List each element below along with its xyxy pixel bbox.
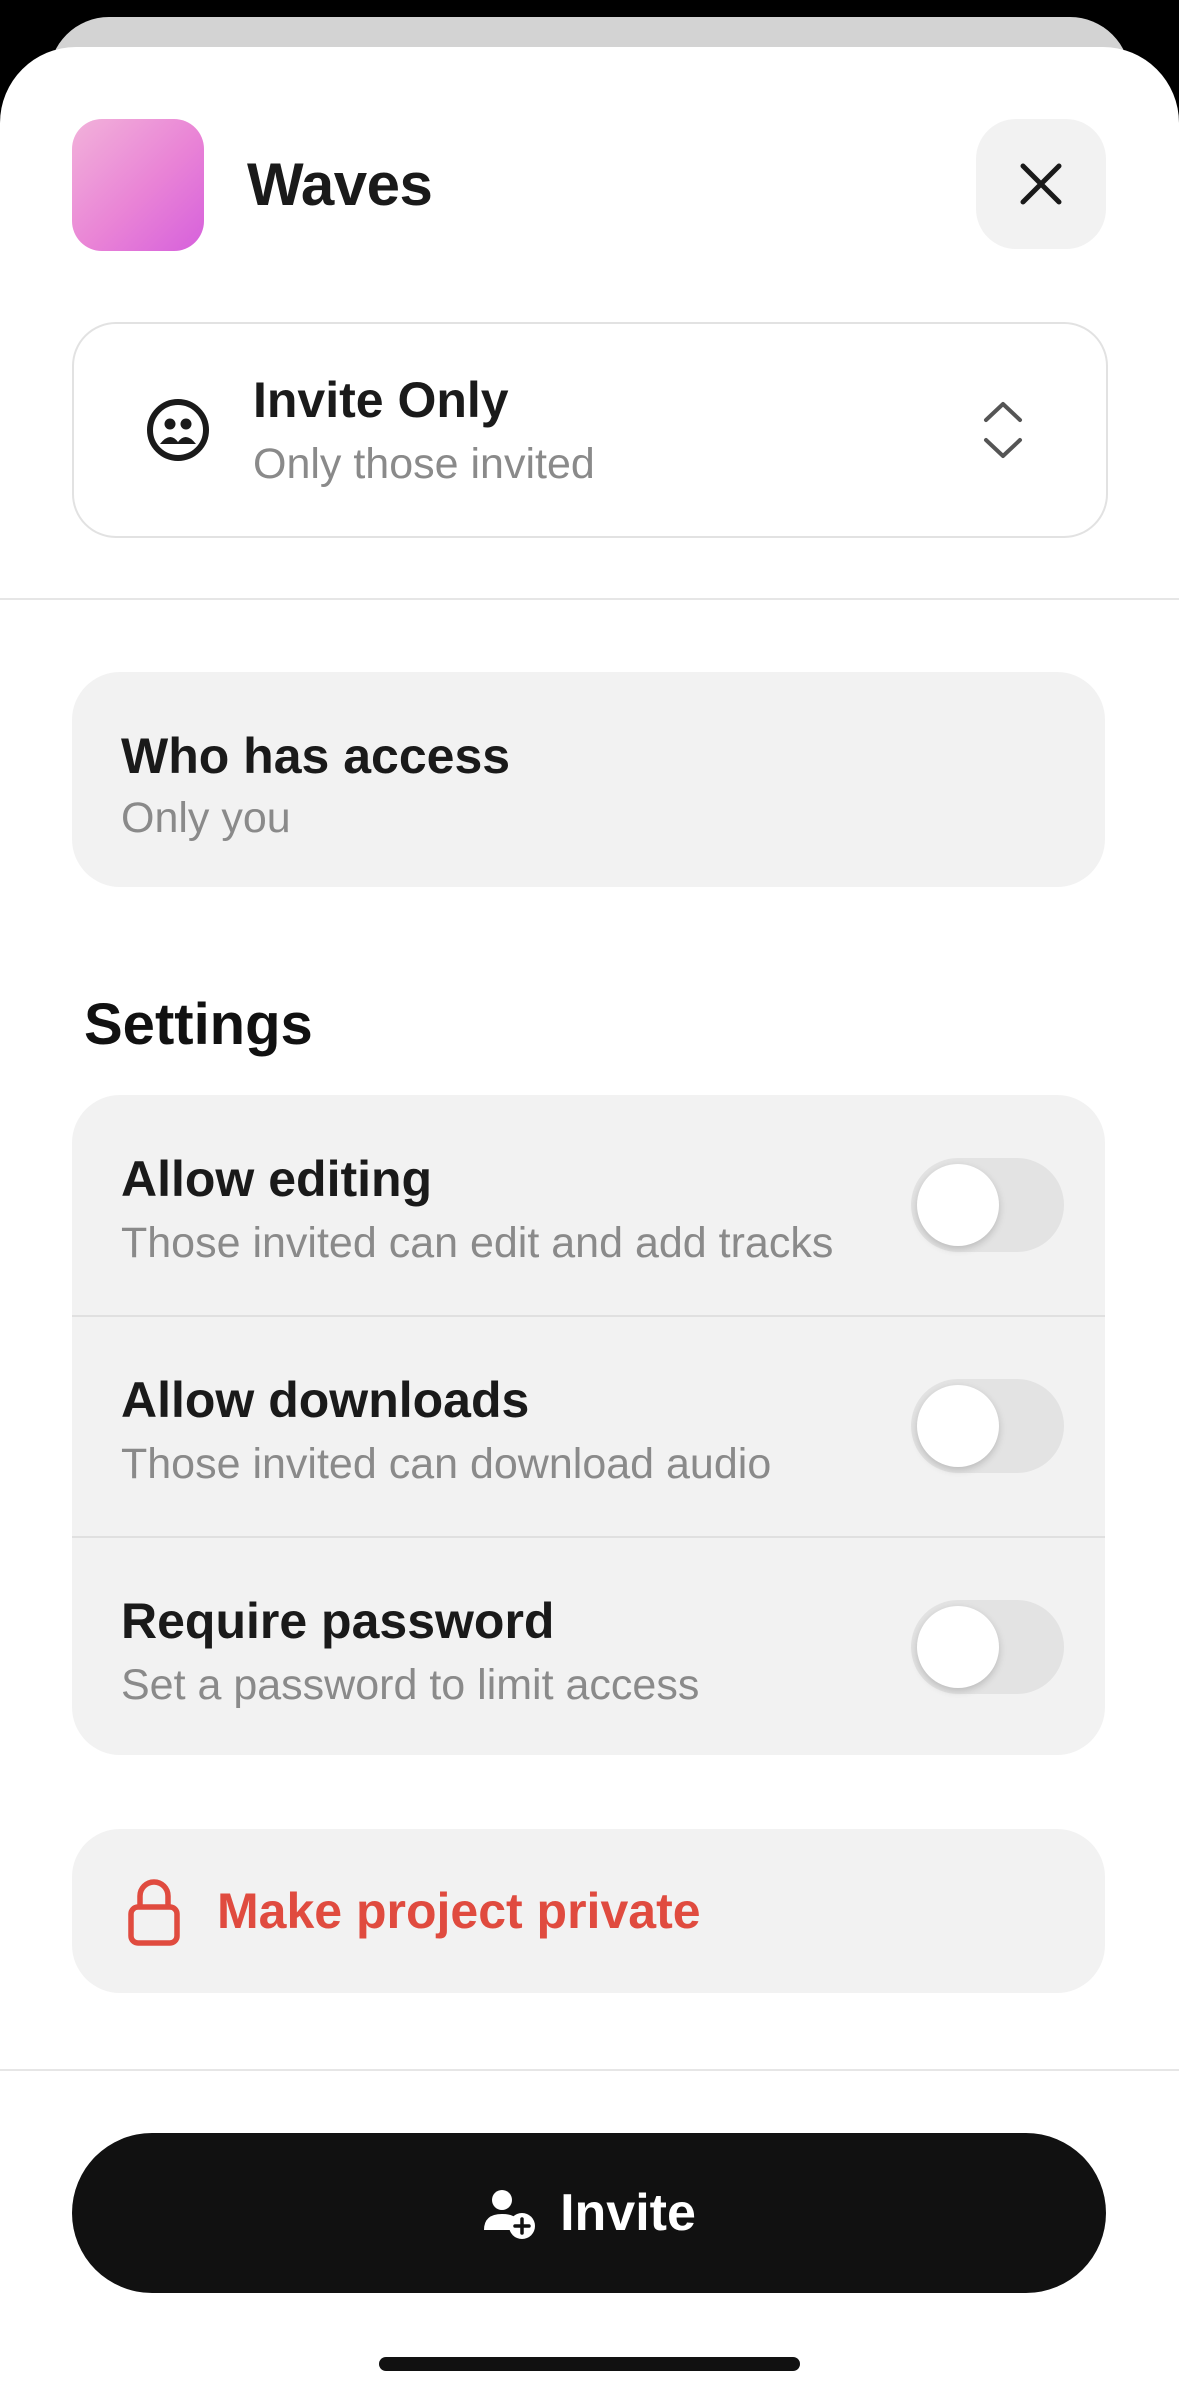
setting-row-allow-editing: Allow editing Those invited can edit and… (72, 1095, 1105, 1315)
setting-subtitle: Those invited can download audio (121, 1440, 772, 1488)
add-user-icon (484, 2190, 536, 2239)
who-has-access-value: Only you (121, 794, 291, 842)
setting-row-allow-downloads: Allow downloads Those invited can downlo… (72, 1316, 1105, 1536)
setting-title: Allow downloads (121, 1372, 530, 1428)
close-button[interactable] (976, 119, 1106, 249)
allow-downloads-toggle[interactable] (911, 1379, 1064, 1473)
share-sheet: Waves Invite Only Only those invited Who… (0, 47, 1179, 2396)
lock-icon (128, 1879, 180, 1946)
setting-row-require-password: Require password Set a password to limit… (72, 1537, 1105, 1757)
footer-divider (0, 2069, 1179, 2071)
section-divider (0, 598, 1179, 600)
app-icon (72, 119, 204, 251)
require-password-toggle[interactable] (911, 1600, 1064, 1694)
app-title: Waves (247, 151, 433, 218)
toggle-knob (917, 1164, 999, 1246)
chevron-up-down-icon (984, 402, 1022, 458)
home-indicator (379, 2357, 800, 2371)
setting-title: Allow editing (121, 1151, 433, 1207)
who-has-access-card[interactable]: Who has access Only you (72, 672, 1105, 887)
invite-label: Invite (560, 2184, 696, 2242)
settings-card: Allow editing Those invited can edit and… (72, 1095, 1105, 1755)
make-private-button[interactable]: Make project private (72, 1829, 1105, 1993)
toggle-knob (917, 1385, 999, 1467)
access-level-title: Invite Only (253, 372, 509, 428)
access-level-selector[interactable]: Invite Only Only those invited (72, 322, 1108, 538)
group-icon (147, 399, 209, 461)
access-level-subtitle: Only those invited (253, 440, 595, 488)
close-icon (1020, 163, 1062, 205)
settings-heading: Settings (84, 992, 313, 1057)
setting-subtitle: Set a password to limit access (121, 1661, 700, 1709)
toggle-knob (917, 1606, 999, 1688)
invite-button[interactable]: Invite (72, 2133, 1106, 2293)
make-private-label: Make project private (217, 1883, 701, 1939)
setting-subtitle: Those invited can edit and add tracks (121, 1219, 834, 1267)
setting-title: Require password (121, 1593, 555, 1649)
who-has-access-title: Who has access (121, 728, 511, 784)
allow-editing-toggle[interactable] (911, 1158, 1064, 1252)
